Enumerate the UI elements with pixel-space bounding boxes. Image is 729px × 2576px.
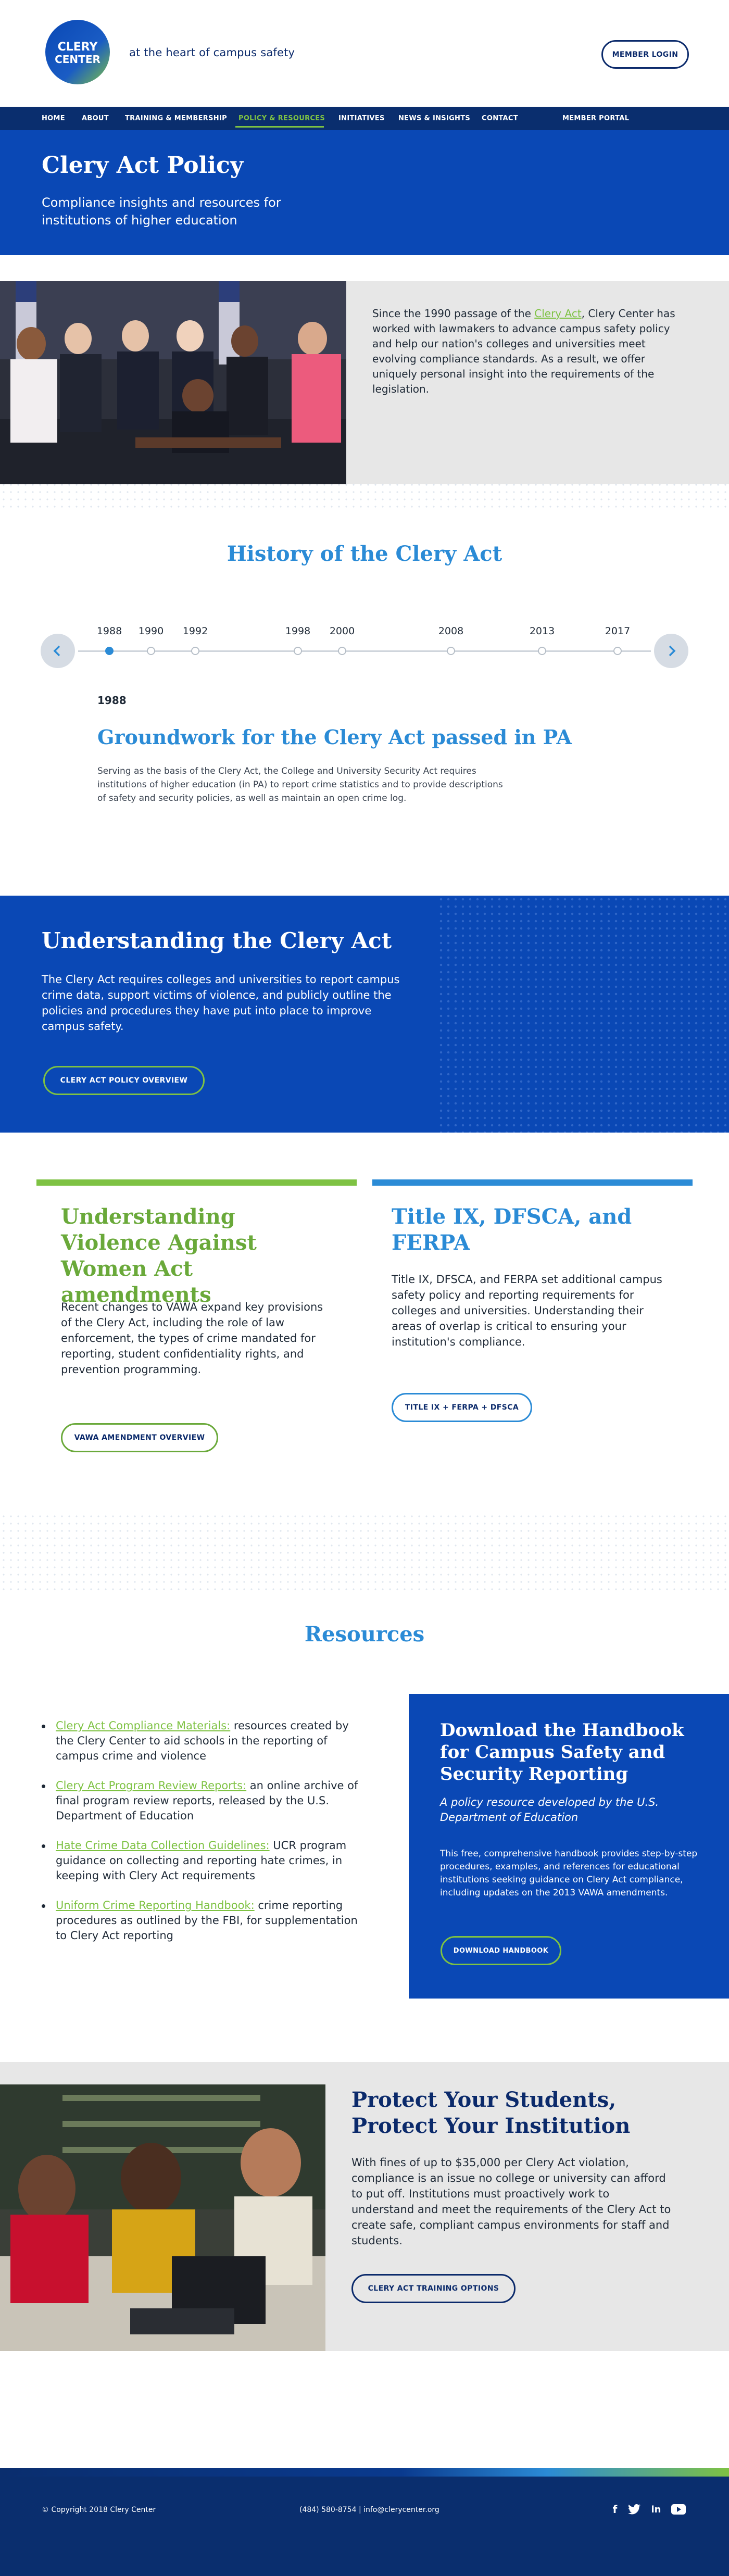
vawa-body: Recent changes to VAWA expand key provis… bbox=[61, 1301, 323, 1376]
handbook-body: This free, comprehensive handbook provid… bbox=[440, 1849, 698, 1898]
download-handbook-button[interactable]: DOWNLOAD HANDBOOK bbox=[441, 1936, 561, 1965]
resources-title: Resources bbox=[304, 1622, 425, 1647]
chevron-right-icon bbox=[669, 645, 676, 657]
timeline-dot-1990[interactable] bbox=[147, 647, 155, 655]
footer-stripe bbox=[0, 2468, 729, 2477]
main-nav: HOME ABOUT TRAINING & MEMBERSHIP POLICY … bbox=[0, 107, 729, 130]
timeline-description: Serving as the basis of the Clery Act, t… bbox=[97, 766, 503, 803]
timeline-dot-2000[interactable] bbox=[338, 647, 346, 655]
chevron-left-icon bbox=[53, 645, 60, 657]
twitter-icon bbox=[628, 2504, 640, 2515]
timeline-dot-2017[interactable] bbox=[613, 647, 622, 655]
nav-home[interactable]: HOME bbox=[42, 107, 65, 130]
timeline-dot-1992[interactable] bbox=[191, 647, 199, 655]
protect-title: Protect Your Students, Protect Your Inst… bbox=[351, 2088, 631, 2138]
timeline-dot-2008[interactable] bbox=[447, 647, 455, 655]
clery-act-link[interactable]: Clery Act bbox=[534, 307, 581, 320]
svg-text:CLERY: CLERY bbox=[58, 41, 98, 54]
member-login-button[interactable]: MEMBER LOGIN bbox=[601, 40, 689, 69]
students-photo bbox=[0, 2084, 325, 2351]
timeline-year-1990[interactable]: 1990 bbox=[139, 625, 164, 637]
nav-contact[interactable]: CONTACT bbox=[482, 107, 518, 130]
timeline-year-2008[interactable]: 2008 bbox=[438, 625, 463, 637]
nav-member-portal[interactable]: MEMBER PORTAL bbox=[562, 107, 629, 130]
resource-link[interactable]: Uniform Crime Reporting Handbook: bbox=[56, 1899, 255, 1912]
list-item: Uniform Crime Reporting Handbook: crime … bbox=[42, 1898, 364, 1943]
timeline-dot-2013[interactable] bbox=[538, 647, 546, 655]
facebook-icon[interactable]: f bbox=[607, 2503, 623, 2516]
resources-list: Clery Act Compliance Materials: resource… bbox=[42, 1718, 364, 1958]
nav-news-insights[interactable]: NEWS & INSIGHTS bbox=[398, 107, 470, 130]
linkedin-icon[interactable]: in bbox=[648, 2503, 664, 2516]
title9-title: Title IX, DFSCA, and FERPA bbox=[392, 1204, 632, 1255]
history-title: History of the Clery Act bbox=[227, 542, 502, 566]
nav-training-membership[interactable]: TRAINING & MEMBERSHIP bbox=[125, 107, 227, 130]
page-subtitle: Compliance insights and resources for in… bbox=[42, 195, 281, 228]
nav-active-indicator bbox=[235, 126, 324, 128]
hero-banner bbox=[0, 130, 729, 255]
bill-signing-photo bbox=[0, 281, 346, 484]
nav-initiatives[interactable]: INITIATIVES bbox=[338, 107, 385, 130]
site-tagline: at the heart of campus safety bbox=[129, 46, 295, 59]
twitter-icon[interactable] bbox=[626, 2503, 642, 2516]
vawa-title: Understanding Violence Against Women Act… bbox=[61, 1204, 257, 1307]
understanding-title: Understanding the Clery Act bbox=[42, 928, 392, 953]
timeline-next-button[interactable] bbox=[654, 634, 688, 668]
footer-contact[interactable]: (484) 580-8754 | info@clerycenter.org bbox=[299, 2506, 439, 2514]
site-header: CLERY CENTER at the heart of campus safe… bbox=[0, 0, 729, 107]
timeline-prev-button[interactable] bbox=[41, 634, 75, 668]
footer-copyright: © Copyright 2018 Clery Center bbox=[42, 2506, 156, 2514]
protect-body: With fines of up to $35,000 per Clery Ac… bbox=[351, 2156, 671, 2247]
resource-link[interactable]: Clery Act Program Review Reports: bbox=[56, 1779, 246, 1792]
timeline-dot-1988[interactable] bbox=[105, 647, 114, 655]
site-footer bbox=[0, 2477, 729, 2576]
resource-link[interactable]: Hate Crime Data Collection Guidelines: bbox=[56, 1839, 270, 1852]
resource-link[interactable]: Clery Act Compliance Materials: bbox=[56, 1719, 230, 1732]
timeline-selected-year: 1988 bbox=[97, 694, 127, 707]
clery-act-policy-overview-button[interactable]: CLERY ACT POLICY OVERVIEW bbox=[43, 1066, 205, 1095]
title9-accent-bar bbox=[372, 1179, 693, 1186]
list-item: Hate Crime Data Collection Guidelines: U… bbox=[42, 1838, 364, 1883]
handbook-subtitle: A policy resource developed by the U.S. … bbox=[440, 1796, 659, 1824]
timeline-heading: Groundwork for the Clery Act passed in P… bbox=[97, 725, 572, 749]
title9-body: Title IX, DFSCA, and FERPA set additiona… bbox=[392, 1273, 662, 1348]
handbook-title: Download the Handbook for Campus Safety … bbox=[440, 1720, 684, 1785]
timeline-dot-1998[interactable] bbox=[294, 647, 302, 655]
clery-center-logo[interactable]: CLERY CENTER bbox=[40, 18, 117, 86]
title9-ferpa-dfsca-button[interactable]: TITLE IX + FERPA + DFSCA bbox=[392, 1393, 532, 1422]
timeline-year-2017[interactable]: 2017 bbox=[605, 625, 630, 637]
timeline-track bbox=[78, 650, 651, 652]
page-title: Clery Act Policy bbox=[42, 152, 244, 179]
svg-text:CENTER: CENTER bbox=[55, 53, 100, 66]
youtube-icon[interactable] bbox=[671, 2503, 686, 2516]
timeline-year-2013[interactable]: 2013 bbox=[530, 625, 555, 637]
vawa-amendment-overview-button[interactable]: VAWA AMENDMENT OVERVIEW bbox=[61, 1423, 218, 1452]
dot-pattern bbox=[437, 896, 729, 1133]
vawa-accent-bar bbox=[36, 1179, 357, 1186]
intro-text: Since the 1990 passage of the Clery Act,… bbox=[372, 307, 675, 395]
understanding-body: The Clery Act requires colleges and univ… bbox=[42, 973, 400, 1033]
timeline-year-2000[interactable]: 2000 bbox=[330, 625, 355, 637]
nav-about[interactable]: ABOUT bbox=[82, 107, 109, 130]
clery-act-training-options-button[interactable]: CLERY ACT TRAINING OPTIONS bbox=[351, 2274, 516, 2303]
timeline-year-1992[interactable]: 1992 bbox=[183, 625, 208, 637]
timeline-year-1998[interactable]: 1998 bbox=[285, 625, 310, 637]
list-item: Clery Act Compliance Materials: resource… bbox=[42, 1718, 364, 1764]
list-item: Clery Act Program Review Reports: an onl… bbox=[42, 1778, 364, 1824]
youtube-icon bbox=[671, 2504, 686, 2515]
dot-pattern bbox=[0, 1513, 729, 1591]
timeline-year-1988[interactable]: 1988 bbox=[97, 625, 122, 637]
